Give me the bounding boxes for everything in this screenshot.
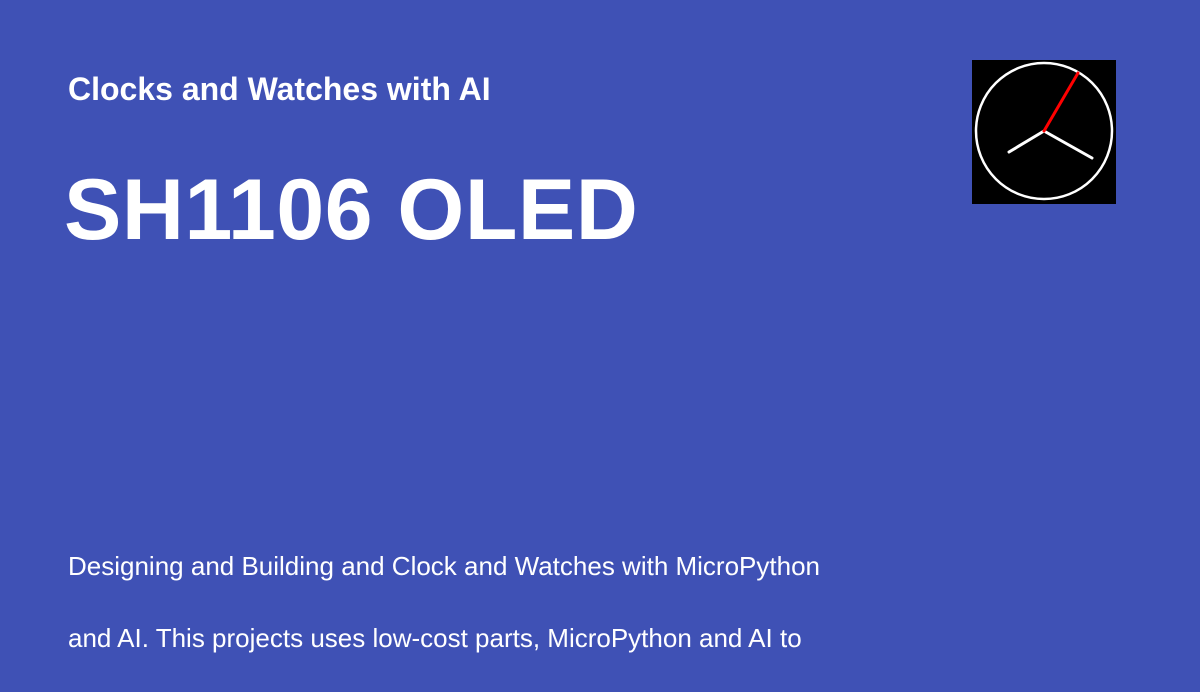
social-card: Clocks and Watches with AI SH1106 OLED D… xyxy=(0,0,1200,653)
clock-logo xyxy=(972,60,1116,204)
site-name: Clocks and Watches with AI xyxy=(68,71,491,107)
page-description: Designing and Building and Clock and Wat… xyxy=(68,512,908,692)
page-title: SH1106 OLED xyxy=(64,162,639,258)
description-line-2: and AI. This projects uses low-cost part… xyxy=(68,623,802,653)
description-line-1: Designing and Building and Clock and Wat… xyxy=(68,551,820,581)
analog-clock-icon xyxy=(974,61,1114,201)
